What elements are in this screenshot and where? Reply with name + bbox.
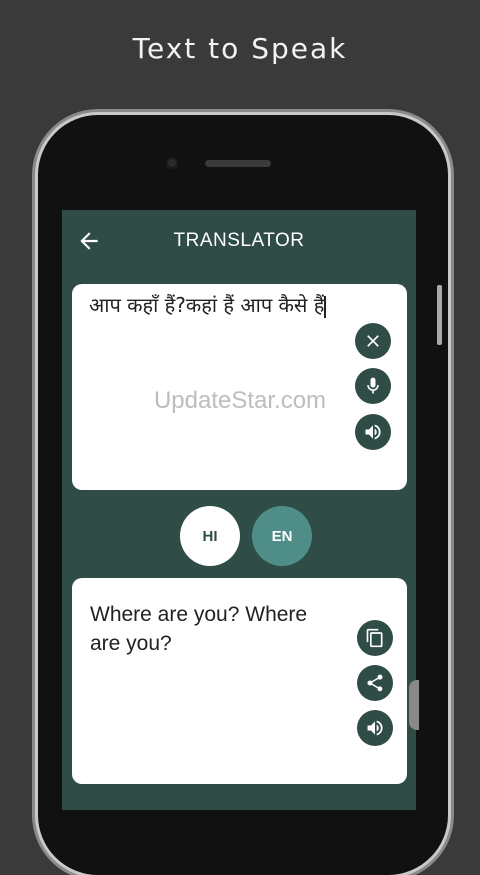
front-camera (166, 157, 178, 169)
share-icon (367, 674, 383, 692)
output-card: Where are you? Where are you? (72, 578, 407, 784)
page-title: TRANSLATOR (173, 230, 305, 251)
translated-text: Where are you? Where are you? (90, 603, 308, 655)
input-text-value: आप कहाँ हैं?कहां हैं आप कैसे हैं (89, 293, 325, 317)
speak-input-button[interactable] (355, 414, 391, 450)
earpiece-speaker (205, 160, 271, 167)
share-button[interactable] (357, 665, 393, 701)
phone-side-button (437, 285, 442, 345)
app-bar: TRANSLATOR (62, 210, 416, 276)
source-language-button[interactable]: HI (180, 506, 240, 566)
text-cursor (324, 295, 327, 318)
copy-button[interactable] (357, 620, 393, 656)
microphone-icon (367, 377, 379, 394)
voice-input-button[interactable] (355, 368, 391, 404)
speaker-icon (367, 720, 383, 736)
app-screen: TRANSLATOR आप कहाँ हैं?कहां हैं आप कैसे … (62, 210, 416, 810)
scroll-handle[interactable] (409, 680, 419, 730)
input-text-field[interactable]: आप कहाँ हैं?कहां हैं आप कैसे हैं (89, 290, 359, 320)
close-icon (367, 335, 379, 347)
copy-icon (366, 628, 383, 648)
speaker-icon (365, 424, 381, 440)
banner-title: Text to Speak (132, 32, 348, 65)
clear-button[interactable] (355, 323, 391, 359)
input-card: आप कहाँ हैं?कहां हैं आप कैसे हैं (72, 284, 407, 490)
speak-output-button[interactable] (357, 710, 393, 746)
target-language-button[interactable]: EN (252, 506, 312, 566)
